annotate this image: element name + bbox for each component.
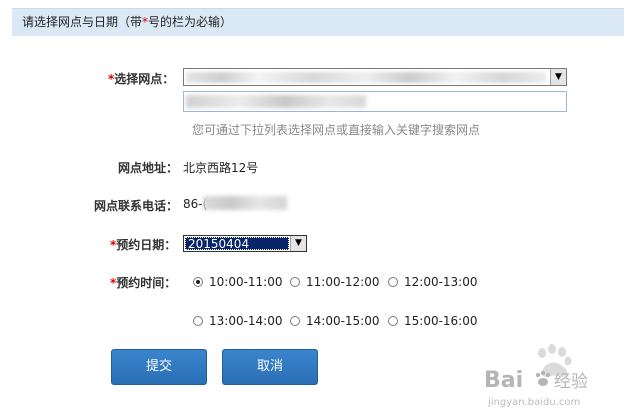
radio-icon[interactable] [290,277,300,287]
time-slot[interactable]: 12:00-13:00 [388,274,478,290]
date-label-text: 预约日期： [116,238,177,252]
submit-button[interactable]: 提交 [111,349,207,385]
time-slot-label: 12:00-13:00 [404,275,478,289]
watermark-brand: Bai [484,368,523,393]
branch-hint: 您可通过下拉列表选择网点或直接输入关键字搜索网点 [192,123,481,137]
time-slot-label: 14:00-15:00 [306,314,380,328]
chevron-down-icon[interactable]: ▼ [290,236,306,251]
chevron-down-icon[interactable]: ▼ [550,69,566,85]
radio-icon[interactable] [388,277,398,287]
time-slot-label: 10:00-11:00 [209,275,283,289]
time-label-text: 预约时间： [116,276,177,290]
branch-label-text: 选择网点： [114,72,175,86]
date-label: *预约日期： [110,236,176,253]
branch-label: *选择网点： [108,70,174,87]
radio-icon[interactable] [193,316,203,326]
branch-select[interactable]: ▼ [183,68,567,86]
address-value: 北京西路12号 [183,161,259,175]
address-label: 网点地址： [118,161,179,175]
time-slot-label: 15:00-16:00 [404,314,478,328]
watermark-url: jingyan.baidu.com [487,397,580,408]
header-prefix: 请选择网点与日期（带 [22,15,143,29]
paw-icon [535,370,551,386]
cancel-button[interactable]: 取消 [222,349,318,385]
radio-icon[interactable] [193,277,203,287]
time-slot[interactable]: 13:00-14:00 [193,313,283,329]
time-slot[interactable]: 11:00-12:00 [290,274,380,290]
time-label: *预约时间： [110,274,176,291]
branch-search-input[interactable] [183,91,567,112]
time-slot[interactable]: 10:00-11:00 [193,274,283,290]
header-suffix: 号的栏为必输） [148,15,233,29]
watermark-brand-end: 经验 [554,372,588,392]
redacted-search-text [186,95,366,108]
section-header: 请选择网点与日期（带*号的栏为必输） [12,8,624,36]
phone-label: 网点联系电话： [94,199,179,213]
time-slot[interactable]: 15:00-16:00 [388,313,478,329]
date-select-value: 20150404 [185,237,289,251]
time-slot-label: 13:00-14:00 [209,314,283,328]
radio-icon[interactable] [290,316,300,326]
time-slot[interactable]: 14:00-15:00 [290,313,380,329]
time-slot-label: 11:00-12:00 [306,275,380,289]
redacted-phone [203,196,287,210]
radio-icon[interactable] [388,316,398,326]
baidu-watermark: Bai 经验 jingyan.baidu.com [484,344,588,408]
redacted-branch-name [186,72,546,83]
date-select[interactable]: 20150404 ▼ [183,235,307,252]
